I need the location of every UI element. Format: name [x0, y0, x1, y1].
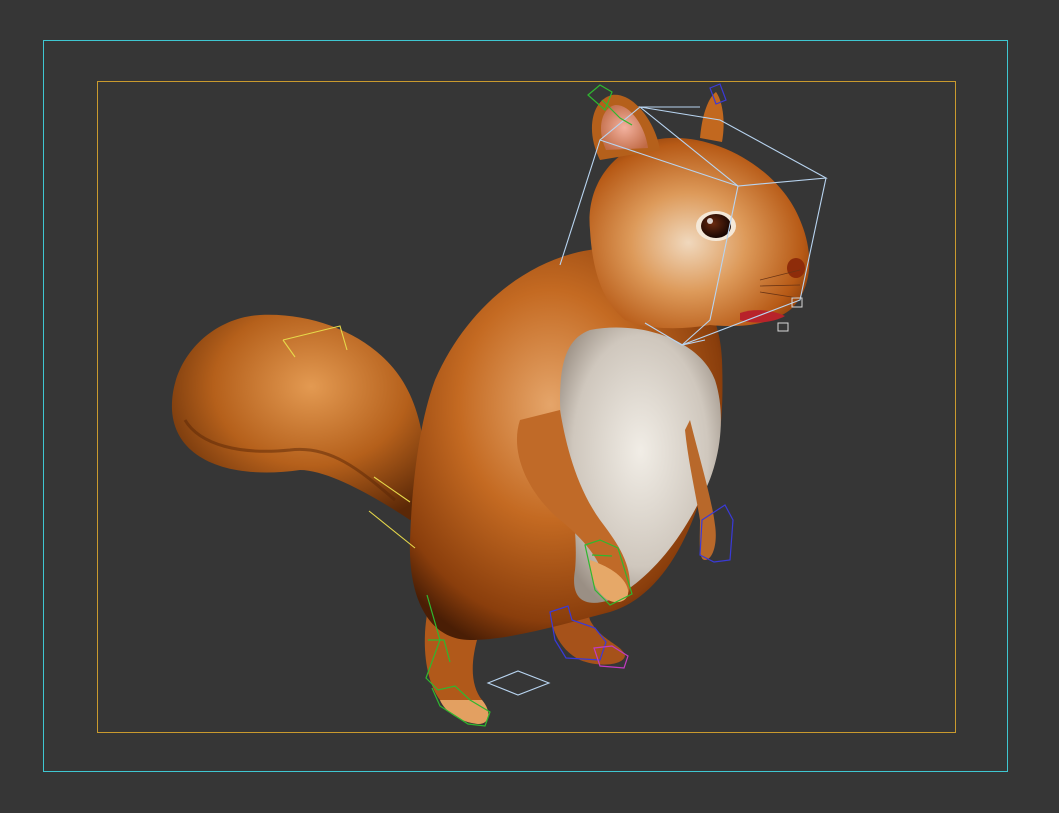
root-control[interactable] — [486, 670, 551, 696]
3d-viewport[interactable] — [0, 0, 1059, 813]
squirrel-tail — [171, 314, 425, 520]
scene-render[interactable] — [0, 0, 1059, 813]
squirrel-head — [589, 92, 810, 329]
